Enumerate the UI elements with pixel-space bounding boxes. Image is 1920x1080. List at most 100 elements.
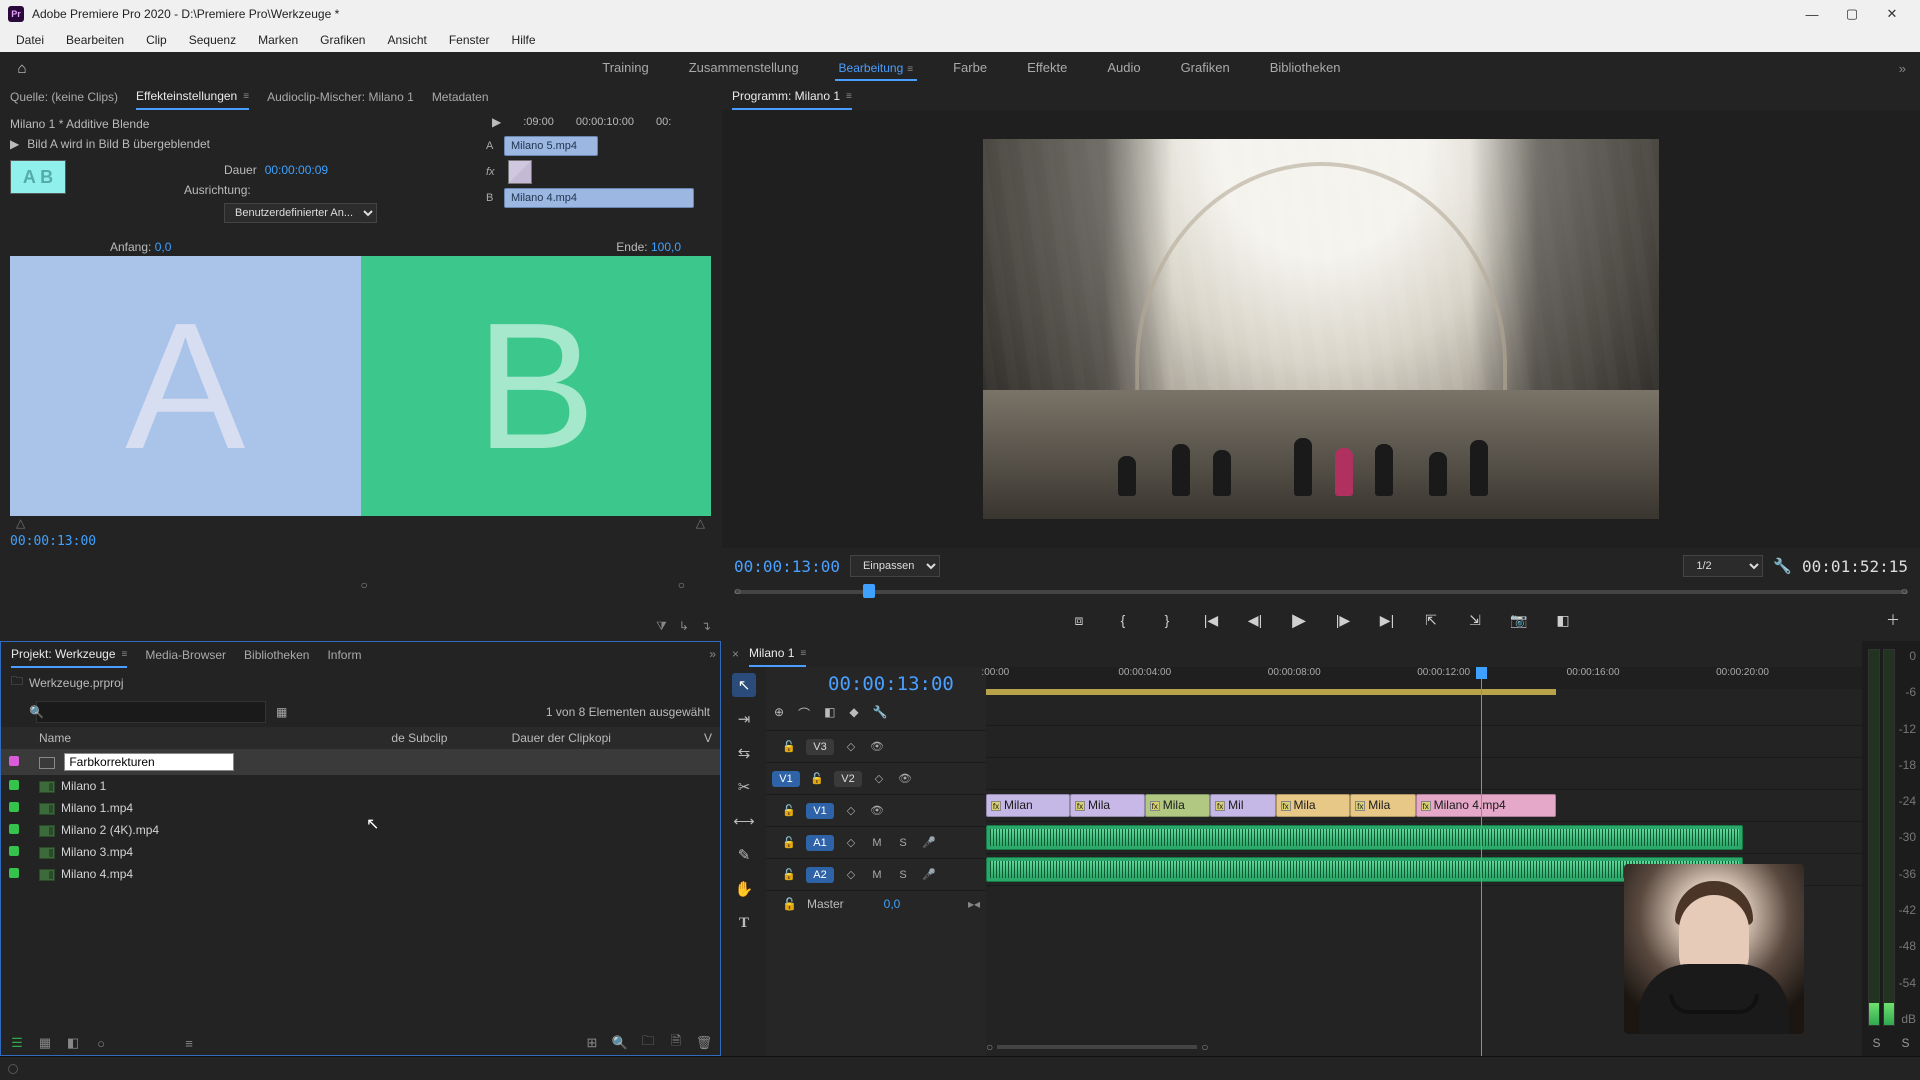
track-name[interactable]: V2 bbox=[834, 771, 862, 787]
label-color[interactable] bbox=[9, 780, 19, 790]
track-v1[interactable]: fxMilan fxMila fxMila fxMil fxMila fxMil… bbox=[986, 789, 1920, 821]
lock-icon[interactable]: 🔓 bbox=[780, 868, 798, 881]
insert-icon[interactable]: ↳ bbox=[679, 619, 689, 634]
extract-icon[interactable]: ⇲ bbox=[1464, 609, 1486, 631]
zoom-handle-left[interactable]: ○ bbox=[986, 1040, 993, 1054]
track-header-a2[interactable]: 🔓 A2 ◇ M S 🎤 bbox=[766, 858, 986, 890]
col-dauer[interactable]: Dauer der Clipkopi bbox=[504, 727, 696, 749]
icon-view-icon[interactable]: ▦ bbox=[37, 1035, 53, 1051]
tab-sequence[interactable]: Milano 1≡ bbox=[749, 641, 806, 667]
tab-media-browser[interactable]: Media-Browser bbox=[145, 642, 226, 668]
workspace-overflow-icon[interactable]: » bbox=[1899, 61, 1906, 76]
voice-record-icon[interactable]: 🎤 bbox=[920, 868, 938, 881]
video-clip[interactable]: fxMila bbox=[1070, 794, 1145, 817]
master-value[interactable]: 0,0 bbox=[884, 897, 901, 911]
source-patch[interactable]: V1 bbox=[772, 771, 800, 787]
col-name[interactable]: Name bbox=[31, 727, 383, 749]
menu-ansicht[interactable]: Ansicht bbox=[377, 31, 436, 49]
linked-selection-icon[interactable]: ⌒ bbox=[798, 705, 810, 722]
project-row[interactable] bbox=[1, 749, 720, 775]
sync-lock-icon[interactable]: ◇ bbox=[842, 804, 860, 817]
step-fwd-icon[interactable]: |▶ bbox=[1332, 609, 1354, 631]
lock-icon[interactable]: 🔓 bbox=[780, 836, 798, 849]
track-select-tool-icon[interactable]: ⇥ bbox=[732, 707, 756, 731]
menu-clip[interactable]: Clip bbox=[136, 31, 177, 49]
track-header-master[interactable]: 🔓 Master 0,0 ▸◂ bbox=[766, 890, 986, 916]
new-item-icon[interactable]: 🗎 bbox=[668, 1035, 684, 1051]
new-bin-from-search-icon[interactable]: ▦ bbox=[276, 705, 287, 719]
track-a1[interactable] bbox=[986, 821, 1920, 853]
solo-l[interactable]: S bbox=[1872, 1036, 1880, 1050]
toggle-output-icon[interactable]: 👁 bbox=[868, 804, 886, 817]
effect-mini-timeline[interactable]: ▶ :09:00 00:00:10:00 00: AMilano 5.mp4 f… bbox=[486, 110, 721, 236]
rename-input[interactable] bbox=[64, 753, 234, 771]
maximize-button[interactable]: ▢ bbox=[1832, 0, 1872, 28]
resolution-select[interactable]: 1/2 bbox=[1683, 555, 1763, 577]
label-color[interactable] bbox=[9, 868, 19, 878]
menu-datei[interactable]: Datei bbox=[6, 31, 54, 49]
mini-transition-block[interactable] bbox=[508, 160, 532, 184]
razor-tool-icon[interactable]: ✂ bbox=[732, 775, 756, 799]
tab-projekt[interactable]: Projekt: Werkzeuge≡ bbox=[11, 642, 127, 668]
mute-button[interactable]: M bbox=[868, 869, 886, 881]
go-to-in-icon[interactable]: |◀ bbox=[1200, 609, 1222, 631]
marker-add-icon[interactable]: ◧ bbox=[824, 705, 835, 722]
slip-tool-icon[interactable]: ⟷ bbox=[732, 809, 756, 833]
project-row[interactable]: Milano 1 bbox=[1, 775, 720, 797]
time-ruler[interactable]: :00:00 00:00:04:00 00:00:08:00 00:00:12:… bbox=[986, 667, 1920, 689]
track-header-v1[interactable]: 🔓 V1 ◇ 👁 bbox=[766, 794, 986, 826]
label-color[interactable] bbox=[9, 824, 19, 834]
wrench-icon[interactable]: 🔧 bbox=[1773, 557, 1792, 575]
filter-icon[interactable]: ⧩ bbox=[656, 619, 667, 634]
menu-hilfe[interactable]: Hilfe bbox=[502, 31, 546, 49]
export-frame-icon[interactable]: 📷 bbox=[1508, 609, 1530, 631]
wrench-settings-icon[interactable]: 🔧 bbox=[873, 705, 888, 722]
button-editor-icon[interactable]: ＋ bbox=[1882, 609, 1904, 631]
track-v3[interactable] bbox=[986, 725, 1920, 757]
timeline-playhead[interactable] bbox=[1481, 667, 1482, 1056]
ende-value[interactable]: 100,0 bbox=[651, 240, 681, 254]
workspace-training[interactable]: Training bbox=[598, 56, 652, 81]
panel-menu-icon[interactable]: ≡ bbox=[243, 91, 249, 102]
video-clip[interactable]: fxMilan bbox=[986, 794, 1070, 817]
pen-tool-icon[interactable]: ✎ bbox=[732, 843, 756, 867]
workspace-audio[interactable]: Audio bbox=[1103, 56, 1144, 81]
program-timecode[interactable]: 00:00:13:00 bbox=[734, 557, 840, 576]
project-row[interactable]: Milano 2 (4K).mp4 bbox=[1, 819, 720, 841]
audio-clip[interactable] bbox=[986, 825, 1743, 850]
menu-fenster[interactable]: Fenster bbox=[439, 31, 500, 49]
comparison-icon[interactable]: ◧ bbox=[1552, 609, 1574, 631]
program-scrubber[interactable]: ○ ○ bbox=[734, 584, 1908, 600]
tab-effekteinstellungen[interactable]: Effekteinstellungen≡ bbox=[136, 84, 249, 110]
tab-programm[interactable]: Programm: Milano 1≡ bbox=[732, 84, 852, 110]
toggle-output-icon[interactable]: 👁 bbox=[896, 772, 914, 785]
lock-icon[interactable]: 🔓 bbox=[782, 897, 797, 911]
panel-overflow-icon[interactable]: » bbox=[709, 647, 716, 661]
label-color[interactable] bbox=[9, 846, 19, 856]
anfang-value[interactable]: 0,0 bbox=[155, 240, 172, 254]
overwrite-icon[interactable]: ↴ bbox=[701, 619, 711, 634]
track-header-v2[interactable]: V1 🔓 V2 ◇ 👁 bbox=[766, 762, 986, 794]
menu-bearbeiten[interactable]: Bearbeiten bbox=[56, 31, 134, 49]
lift-icon[interactable]: ⇱ bbox=[1420, 609, 1442, 631]
zoom-slider-icon[interactable]: ○ bbox=[93, 1035, 109, 1051]
voice-record-icon[interactable]: 🎤 bbox=[920, 836, 938, 849]
type-tool-icon[interactable]: T bbox=[732, 911, 756, 935]
project-row[interactable]: Milano 1.mp4 bbox=[1, 797, 720, 819]
hand-tool-icon[interactable]: ✋ bbox=[732, 877, 756, 901]
source-timecode[interactable]: 00:00:13:00 bbox=[10, 530, 711, 551]
snap-icon[interactable]: ⊕ bbox=[774, 705, 784, 722]
master-meters-icon[interactable]: ▸◂ bbox=[968, 897, 980, 911]
lock-icon[interactable]: 🔓 bbox=[780, 804, 798, 817]
timeline-marker-icon[interactable]: ◆ bbox=[849, 705, 858, 722]
timeline-timecode[interactable]: 00:00:13:00 bbox=[766, 671, 986, 701]
workspace-bearbeitung[interactable]: Bearbeitung≡ bbox=[835, 56, 918, 81]
video-clip[interactable]: fxMilano 4.mp4 bbox=[1416, 794, 1556, 817]
sync-lock-icon[interactable]: ◇ bbox=[842, 740, 860, 753]
project-row[interactable]: Milano 3.mp4 bbox=[1, 841, 720, 863]
tab-audioclip-mischer[interactable]: Audioclip-Mischer: Milano 1 bbox=[267, 84, 414, 110]
mute-button[interactable]: M bbox=[868, 837, 886, 849]
project-search-input[interactable] bbox=[36, 701, 266, 723]
tab-inform[interactable]: Inform bbox=[327, 642, 361, 668]
selection-tool-icon[interactable]: ↖ bbox=[732, 673, 756, 697]
